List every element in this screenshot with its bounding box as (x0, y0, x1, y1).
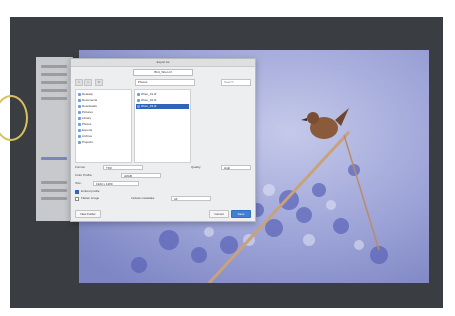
list-item[interactable]: Desktop (77, 92, 130, 97)
folder-icon (78, 105, 81, 108)
file-icon (137, 99, 140, 102)
embed-profile-label: Embed profile (81, 189, 100, 193)
flatten-label: Flatten image (81, 196, 100, 200)
sidebar-item-exports[interactable] (41, 181, 67, 184)
folder-icon (78, 93, 81, 96)
dialog-title: Export As (156, 60, 170, 64)
quality-label: Quality: (191, 165, 202, 169)
sidebar-item-desktop[interactable] (41, 65, 67, 68)
flatten-checkbox[interactable] (75, 197, 79, 201)
sidebar-item-projects[interactable] (41, 197, 67, 200)
format-label: Format: (75, 165, 86, 169)
sidebar-item-library[interactable] (41, 97, 67, 100)
list-item[interactable]: Library (77, 116, 130, 121)
color-profile-label: Color Profile: (75, 173, 93, 177)
list-item[interactable]: Documents (77, 98, 130, 103)
list-item-selected[interactable]: Wren_03.tif (136, 104, 189, 109)
list-item[interactable]: Wren_01.tif (136, 92, 189, 97)
metadata-select[interactable]: All (171, 196, 211, 201)
forward-icon[interactable]: > (84, 79, 92, 86)
list-item[interactable]: Wren_02.tif (136, 98, 189, 103)
folder-icon (78, 129, 81, 132)
sidebar-item-pictures[interactable] (41, 89, 67, 92)
finder-sidebar (36, 57, 73, 221)
screen-frame: Export As Bird_Wren.tif < > ≡ Photos Sea… (0, 0, 455, 316)
list-item[interactable]: Downloads (77, 104, 130, 109)
size-label: Size: (75, 181, 82, 185)
folder-icon (78, 135, 81, 138)
file-icon (137, 93, 140, 96)
filename-field[interactable]: Bird_Wren.tif (133, 69, 193, 76)
export-dialog: Export As Bird_Wren.tif < > ≡ Photos Sea… (70, 58, 256, 222)
sidebar-item-documents[interactable] (41, 73, 67, 76)
folder-icon (78, 117, 81, 120)
cancel-button[interactable]: Cancel (209, 210, 229, 218)
embed-profile-checkbox[interactable] (75, 190, 79, 194)
save-button[interactable]: Save (231, 210, 251, 218)
format-select[interactable]: TIFF (103, 165, 143, 170)
quality-select[interactable]: High (221, 165, 251, 170)
metadata-label: Include metadata: (131, 196, 155, 200)
folder-icon (78, 141, 81, 144)
location-popup[interactable]: Photos (135, 79, 195, 86)
folder-icon (78, 111, 81, 114)
sidebar-item-downloads[interactable] (41, 81, 67, 84)
sidebar-item-archive[interactable] (41, 189, 67, 192)
search-input[interactable]: Search (221, 79, 251, 86)
list-item[interactable]: Photos (77, 122, 130, 127)
accent-ring (0, 95, 28, 141)
sidebar-item-photos[interactable] (41, 157, 67, 160)
new-folder-button[interactable]: New Folder (75, 210, 101, 218)
folder-icon (78, 123, 81, 126)
file-icon (137, 105, 140, 108)
dialog-titlebar: Export As (71, 59, 255, 67)
folder-column: Desktop Documents Downloads Pictures Lib… (75, 89, 132, 163)
list-item[interactable]: Exports (77, 128, 130, 133)
folder-icon (78, 99, 81, 102)
back-icon[interactable]: < (75, 79, 83, 86)
file-column: Wren_01.tif Wren_02.tif Wren_03.tif (134, 89, 191, 163)
list-item[interactable]: Projects (77, 140, 130, 145)
view-icon[interactable]: ≡ (95, 79, 103, 86)
nav-row: < > ≡ Photos Search (75, 79, 251, 86)
list-item[interactable]: Archive (77, 134, 130, 139)
size-field[interactable]: 1920 x 1280 (93, 181, 139, 186)
list-item[interactable]: Pictures (77, 110, 130, 115)
color-profile-select[interactable]: sRGB (121, 173, 161, 178)
